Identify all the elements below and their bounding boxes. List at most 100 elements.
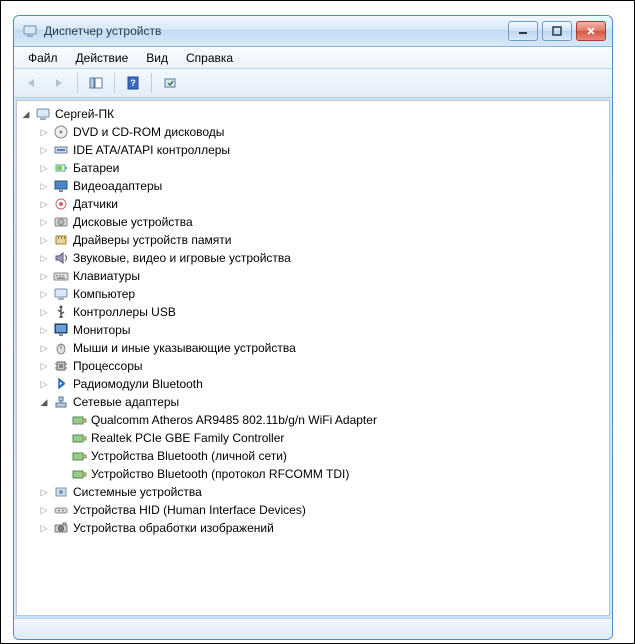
tree-category[interactable]: ▷ Звуковые, видео и игровые устройства xyxy=(19,249,607,267)
arrow-right-icon xyxy=(52,76,66,90)
maximize-button[interactable] xyxy=(542,21,572,41)
arrow-left-icon xyxy=(24,76,38,90)
menu-view[interactable]: Вид xyxy=(138,49,176,67)
nic-icon xyxy=(71,448,87,464)
tree-category[interactable]: ▷Клавиатуры xyxy=(19,267,607,285)
display-icon xyxy=(53,178,69,194)
expander[interactable]: ▷ xyxy=(37,233,51,247)
tree-category[interactable]: ▷ Видеоадаптеры xyxy=(19,177,607,195)
minimize-button[interactable] xyxy=(508,21,538,41)
triangle-right-icon: ▷ xyxy=(41,182,48,191)
computer-icon xyxy=(53,286,69,302)
bluetooth-icon xyxy=(53,376,69,392)
nic-icon xyxy=(71,466,87,482)
tree-category[interactable]: ▷Мониторы xyxy=(19,321,607,339)
scan-hardware-button[interactable] xyxy=(157,71,183,95)
node-label: Драйверы устройств памяти xyxy=(73,233,231,247)
tree-category[interactable]: ▷ Драйверы устройств памяти xyxy=(19,231,607,249)
back-button[interactable] xyxy=(18,71,44,95)
tree-category[interactable]: ▷ IDE ATA/ATAPI контроллеры xyxy=(19,141,607,159)
hdd-icon xyxy=(53,214,69,230)
computer-icon xyxy=(35,106,51,122)
tree-root[interactable]: ◢Сергей-ПК xyxy=(19,105,607,123)
expander[interactable]: ▷ xyxy=(37,305,51,319)
tree-category[interactable]: ▷DVD и CD-ROM дисководы xyxy=(19,123,607,141)
triangle-down-icon: ◢ xyxy=(23,110,30,119)
tree-category[interactable]: ▷ Дисковые устройства xyxy=(19,213,607,231)
statusbar xyxy=(14,618,612,639)
node-label: Видеоадаптеры xyxy=(73,179,162,193)
tree-category[interactable]: ▷Мыши и иные указывающие устройства xyxy=(19,339,607,357)
expander[interactable]: ▷ xyxy=(37,125,51,139)
expander[interactable]: ▷ xyxy=(37,521,51,535)
tree-category[interactable]: ▷Радиомодули Bluetooth xyxy=(19,375,607,393)
menu-action[interactable]: Действие xyxy=(68,49,137,67)
tree-category[interactable]: ▷Батареи xyxy=(19,159,607,177)
scan-icon xyxy=(163,76,177,90)
expander[interactable]: ▷ xyxy=(37,377,51,391)
node-label: Компьютер xyxy=(73,287,135,301)
tree-device[interactable]: Realtek PCIe GBE Family Controller xyxy=(19,429,607,447)
tree-category[interactable]: ▷Устройства HID (Human Interface Devices… xyxy=(19,501,607,519)
expander[interactable]: ▷ xyxy=(37,359,51,373)
nic-icon xyxy=(71,430,87,446)
tree-category[interactable]: ◢Сетевые адаптеры xyxy=(19,393,607,411)
node-label: Дисковые устройства xyxy=(73,215,193,229)
menubar: Файл Действие Вид Справка xyxy=(14,47,612,69)
tree-category[interactable]: ▷Контроллеры USB xyxy=(19,303,607,321)
expander[interactable]: ▷ xyxy=(37,287,51,301)
forward-button[interactable] xyxy=(46,71,72,95)
menu-file[interactable]: Файл xyxy=(20,49,66,67)
sound-icon xyxy=(53,250,69,266)
node-label: Realtek PCIe GBE Family Controller xyxy=(91,431,284,445)
window-title: Диспетчер устройств xyxy=(44,24,508,38)
triangle-down-icon: ◢ xyxy=(41,398,48,407)
node-label: Системные устройства xyxy=(73,485,202,499)
triangle-right-icon: ▷ xyxy=(41,254,48,263)
tree-device[interactable]: Qualcomm Atheros AR9485 802.11b/g/n WiFi… xyxy=(19,411,607,429)
expander[interactable]: ▷ xyxy=(37,341,51,355)
tree-category[interactable]: ▷ Системные устройства xyxy=(19,483,607,501)
help-button[interactable]: ? xyxy=(120,71,146,95)
expander[interactable]: ▷ xyxy=(37,269,51,283)
triangle-right-icon: ▷ xyxy=(41,218,48,227)
triangle-right-icon: ▷ xyxy=(41,272,48,281)
tree-device[interactable]: Устройства Bluetooth (личной сети) xyxy=(19,447,607,465)
memdrv-icon xyxy=(53,232,69,248)
tree-category[interactable]: ▷Процессоры xyxy=(19,357,607,375)
node-label: IDE ATA/ATAPI контроллеры xyxy=(73,143,230,157)
triangle-right-icon: ▷ xyxy=(41,524,48,533)
expander[interactable]: ▷ xyxy=(37,503,51,517)
triangle-right-icon: ▷ xyxy=(41,344,48,353)
titlebar[interactable]: Диспетчер устройств xyxy=(14,16,612,47)
tree-category[interactable]: ▷Датчики xyxy=(19,195,607,213)
tree-category[interactable]: ▷Устройства обработки изображений xyxy=(19,519,607,537)
device-tree[interactable]: ◢Сергей-ПК▷DVD и CD-ROM дисководы▷IDE AT… xyxy=(16,100,610,616)
expander[interactable]: ▷ xyxy=(37,161,51,175)
expander xyxy=(55,467,69,481)
tree-device[interactable]: Устройство Bluetooth (протокол RFCOMM TD… xyxy=(19,465,607,483)
show-hide-tree-button[interactable] xyxy=(83,71,109,95)
expander[interactable]: ▷ xyxy=(37,323,51,337)
triangle-right-icon: ▷ xyxy=(41,488,48,497)
expander[interactable]: ▷ xyxy=(37,179,51,193)
ide-icon xyxy=(53,142,69,158)
expander[interactable]: ▷ xyxy=(37,251,51,265)
tree-category[interactable]: ▷ Компьютер xyxy=(19,285,607,303)
expander[interactable]: ◢ xyxy=(19,107,33,121)
triangle-right-icon: ▷ xyxy=(41,200,48,209)
mouse-icon xyxy=(53,340,69,356)
nic-icon xyxy=(71,412,87,428)
node-label: Устройства Bluetooth (личной сети) xyxy=(91,449,287,463)
toolbar: ? xyxy=(14,69,612,98)
node-label: Звуковые, видео и игровые устройства xyxy=(73,251,291,265)
expander[interactable]: ▷ xyxy=(37,197,51,211)
menu-help[interactable]: Справка xyxy=(178,49,241,67)
expander[interactable]: ◢ xyxy=(37,395,51,409)
triangle-right-icon: ▷ xyxy=(41,290,48,299)
expander[interactable]: ▷ xyxy=(37,215,51,229)
expander[interactable]: ▷ xyxy=(37,485,51,499)
expander[interactable]: ▷ xyxy=(37,143,51,157)
network-icon xyxy=(53,394,69,410)
close-button[interactable] xyxy=(576,21,606,41)
